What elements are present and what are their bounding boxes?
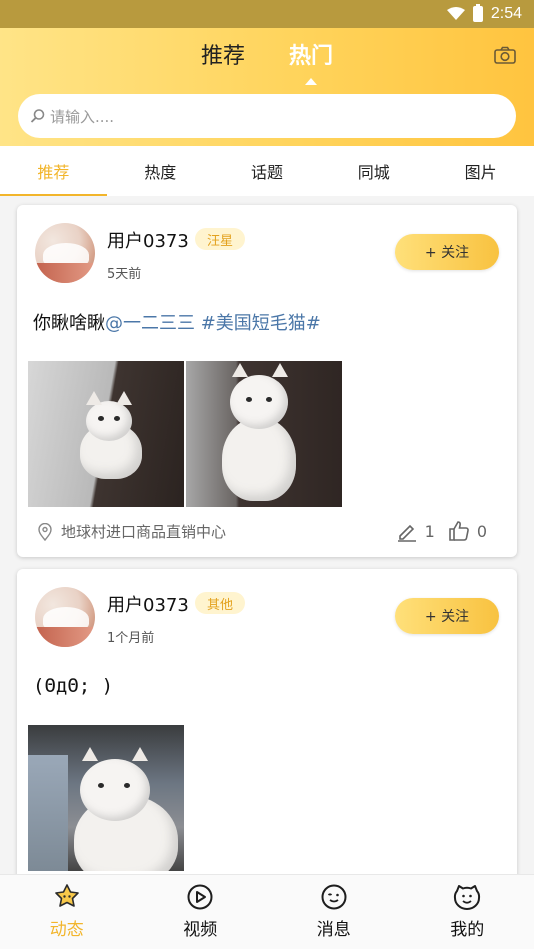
- feed[interactable]: 用户0373 汪星 5天前 + 关注 你瞅啥瞅@一二三三 #美国短毛猫# 地球村…: [0, 196, 534, 874]
- cat-shape: [230, 375, 288, 429]
- post-time: 5天前: [107, 267, 142, 282]
- username[interactable]: 用户0373: [107, 591, 189, 617]
- nav-label: 动态: [49, 920, 84, 940]
- cat-shape: [222, 417, 296, 501]
- cat-shape: [80, 759, 150, 821]
- cat-shape: [272, 363, 288, 377]
- cat-shape: [124, 783, 130, 788]
- post-content: (ΘдΘ; ): [33, 675, 114, 697]
- window-shape: [28, 755, 68, 871]
- header: 推荐 热门 请输入....: [0, 28, 534, 146]
- status-bar: 2:54: [0, 0, 534, 28]
- category-tag: 其他: [195, 592, 246, 614]
- tab-cat-topics[interactable]: 话题: [214, 146, 321, 196]
- battery-icon: [472, 4, 483, 22]
- post-time: 1个月前: [107, 631, 155, 646]
- thumbs-up-icon[interactable]: [447, 519, 471, 543]
- status-time: 2:54: [490, 5, 522, 22]
- follow-button[interactable]: + 关注: [395, 598, 499, 634]
- tab-cat-recommend[interactable]: 推荐: [0, 146, 107, 196]
- like-count: 0: [476, 521, 487, 541]
- category-tag: 汪星: [195, 228, 246, 250]
- camera-icon[interactable]: [494, 46, 516, 64]
- tab-cat-images[interactable]: 图片: [427, 146, 534, 196]
- post-card[interactable]: 用户0373 其他 1个月前 + 关注 (ΘдΘ; ): [17, 569, 517, 874]
- post-image[interactable]: [28, 361, 184, 507]
- nav-video[interactable]: 视频: [134, 875, 268, 949]
- search-input[interactable]: 请输入....: [50, 106, 114, 127]
- star-face-icon: [54, 884, 79, 907]
- cat-shape: [116, 391, 132, 405]
- cat-shape: [246, 397, 252, 402]
- wifi-icon: [446, 7, 465, 20]
- smile-face-icon: [454, 885, 481, 910]
- tab-recommend[interactable]: 推荐: [201, 38, 245, 86]
- location-text[interactable]: 地球村进口商品直销中心: [61, 521, 226, 542]
- bottom-nav: 动态 视频 消息 我的: [0, 874, 534, 949]
- cat-shape: [98, 416, 104, 421]
- comment-count: 1: [424, 521, 435, 541]
- content-text: 你瞅啥瞅: [33, 313, 105, 334]
- username[interactable]: 用户0373: [107, 227, 189, 253]
- nav-messages[interactable]: 消息: [267, 875, 401, 949]
- mention-link[interactable]: @一二三三: [105, 313, 195, 334]
- cat-shape: [232, 363, 248, 377]
- chat-face-icon: [321, 884, 347, 910]
- post-image[interactable]: [186, 361, 342, 507]
- nav-dynamic[interactable]: 动态: [0, 875, 134, 949]
- post-card[interactable]: 用户0373 汪星 5天前 + 关注 你瞅啥瞅@一二三三 #美国短毛猫# 地球村…: [17, 205, 517, 557]
- cat-shape: [266, 397, 272, 402]
- top-tabs: 推荐 热门: [0, 38, 534, 86]
- tab-cat-local[interactable]: 同城: [320, 146, 427, 196]
- search-bar[interactable]: 请输入....: [18, 94, 516, 138]
- search-icon: [30, 109, 45, 123]
- comment-pen-icon[interactable]: [395, 519, 419, 543]
- cat-shape: [98, 783, 104, 788]
- tab-hot[interactable]: 热门: [289, 38, 333, 86]
- tab-cat-popularity[interactable]: 热度: [107, 146, 214, 196]
- avatar[interactable]: [35, 587, 95, 647]
- follow-button[interactable]: + 关注: [395, 234, 499, 270]
- post-content: 你瞅啥瞅@一二三三 #美国短毛猫#: [33, 309, 321, 335]
- post-image[interactable]: [28, 725, 184, 871]
- cat-shape: [132, 747, 148, 761]
- nav-label: 消息: [316, 920, 351, 940]
- nav-label: 视频: [183, 920, 218, 940]
- location-row[interactable]: 地球村进口商品直销中心: [37, 521, 226, 542]
- cat-shape: [82, 747, 98, 761]
- cat-shape: [114, 416, 120, 421]
- cat-shape: [86, 401, 132, 441]
- post-stats: 1 0: [395, 519, 493, 543]
- location-pin-icon: [38, 522, 52, 541]
- topic-link[interactable]: #美国短毛猫#: [195, 313, 321, 334]
- avatar[interactable]: [35, 223, 95, 283]
- nav-profile[interactable]: 我的: [401, 875, 534, 949]
- play-circle-icon: [187, 884, 213, 910]
- nav-label: 我的: [450, 920, 485, 940]
- cat-shape: [86, 391, 102, 405]
- category-tabs: 推荐 热度 话题 同城 图片: [0, 146, 534, 196]
